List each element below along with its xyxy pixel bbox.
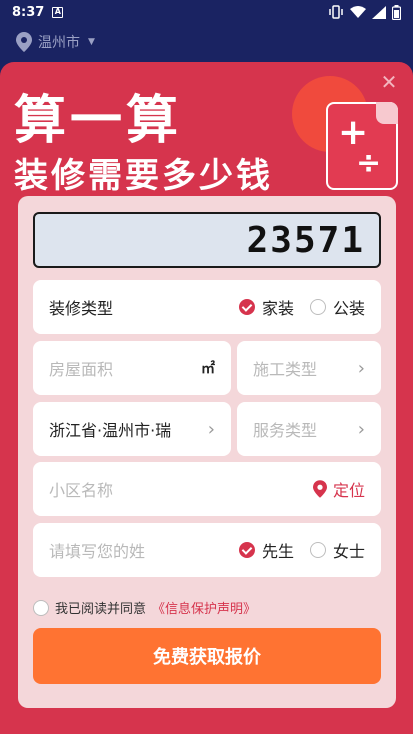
location-pin-icon bbox=[16, 32, 32, 52]
get-quote-button[interactable]: 免费获取报价 bbox=[33, 628, 381, 684]
service-type-select[interactable]: 服务类型 › bbox=[237, 402, 381, 456]
chevron-right-icon: › bbox=[357, 357, 365, 379]
status-icons bbox=[328, 4, 401, 20]
radio-ms-label: 女士 bbox=[332, 542, 365, 561]
agreement-checkbox[interactable] bbox=[33, 599, 49, 616]
area-placeholder: 房屋面积 bbox=[49, 360, 114, 379]
chevron-down-icon: ▼ bbox=[88, 37, 95, 47]
construction-type-select[interactable]: 施工类型 › bbox=[237, 341, 381, 395]
agreement-row[interactable]: 我已阅读并同意 《信息保护声明》 bbox=[33, 598, 256, 617]
wifi-icon bbox=[350, 5, 366, 18]
radio-home-label: 家装 bbox=[261, 299, 294, 318]
form-card: 23571 装修类型 家装 公装 房屋面积 ㎡ 施工类型 › 浙江省·温州市·瑞… bbox=[18, 196, 396, 708]
region-select[interactable]: 浙江省·温州市·瑞 › bbox=[33, 402, 231, 456]
community-placeholder: 小区名称 bbox=[49, 481, 114, 500]
decor-type-options: 家装 公装 bbox=[238, 295, 365, 319]
quote-display: 23571 bbox=[33, 212, 381, 268]
status-time: 8:37 bbox=[12, 4, 45, 20]
community-input[interactable]: 小区名称 定位 bbox=[33, 462, 381, 516]
signal-icon bbox=[372, 5, 386, 19]
decor-type-label: 装修类型 bbox=[49, 299, 114, 318]
notification-icon: A bbox=[52, 6, 64, 18]
hero-subtitle: 装修需要多少钱 bbox=[14, 156, 273, 196]
quote-sheet: ✕ + ÷ 算一算 装修需要多少钱 23571 装修类型 家装 公装 房屋面积 … bbox=[0, 62, 413, 734]
quote-value: 23571 bbox=[246, 219, 365, 261]
location-pin-icon bbox=[312, 480, 327, 498]
locate-button[interactable]: 定位 bbox=[312, 477, 365, 501]
radio-mr[interactable]: 先生 bbox=[238, 538, 294, 562]
radio-home[interactable]: 家装 bbox=[238, 295, 294, 319]
hero-title: 算一算 bbox=[14, 91, 183, 151]
service-type-placeholder: 服务类型 bbox=[253, 421, 318, 440]
unchecked-radio-icon bbox=[309, 542, 326, 558]
construction-type-placeholder: 施工类型 bbox=[253, 360, 318, 379]
area-input[interactable]: 房屋面积 ㎡ bbox=[33, 341, 231, 395]
checked-radio-icon bbox=[238, 542, 255, 558]
chevron-right-icon: › bbox=[207, 418, 215, 440]
locate-label: 定位 bbox=[332, 481, 365, 500]
checked-radio-icon bbox=[238, 299, 255, 315]
chevron-right-icon: › bbox=[357, 418, 365, 440]
area-unit: ㎡ bbox=[201, 361, 215, 377]
location-city: 温州市 bbox=[38, 35, 80, 51]
gender-options: 先生 女士 bbox=[238, 538, 365, 562]
location-selector[interactable]: 温州市 ▼ bbox=[16, 30, 95, 54]
status-bar: 8:37 A bbox=[0, 0, 413, 24]
agreement-prefix: 我已阅读并同意 bbox=[55, 602, 147, 617]
battery-icon bbox=[392, 4, 401, 20]
decor-type-field: 装修类型 家装 公装 bbox=[33, 280, 381, 334]
radio-ms[interactable]: 女士 bbox=[309, 538, 365, 562]
surname-placeholder: 请填写您的姓 bbox=[49, 542, 146, 561]
unchecked-radio-icon bbox=[309, 299, 326, 315]
surname-input[interactable]: 请填写您的姓 先生 女士 bbox=[33, 523, 381, 577]
radio-mr-label: 先生 bbox=[261, 542, 294, 561]
region-value: 浙江省·温州市·瑞 bbox=[49, 421, 172, 440]
privacy-policy-link[interactable]: 《信息保护声明》 bbox=[152, 598, 256, 617]
calculator-doc-icon: + ÷ bbox=[326, 102, 398, 190]
radio-commercial-label: 公装 bbox=[332, 299, 365, 318]
radio-commercial[interactable]: 公装 bbox=[309, 295, 365, 319]
divide-glyph: ÷ bbox=[356, 146, 382, 181]
doc-fold-decoration bbox=[376, 102, 398, 124]
close-icon[interactable]: ✕ bbox=[379, 72, 399, 92]
vibrate-icon bbox=[329, 5, 343, 19]
